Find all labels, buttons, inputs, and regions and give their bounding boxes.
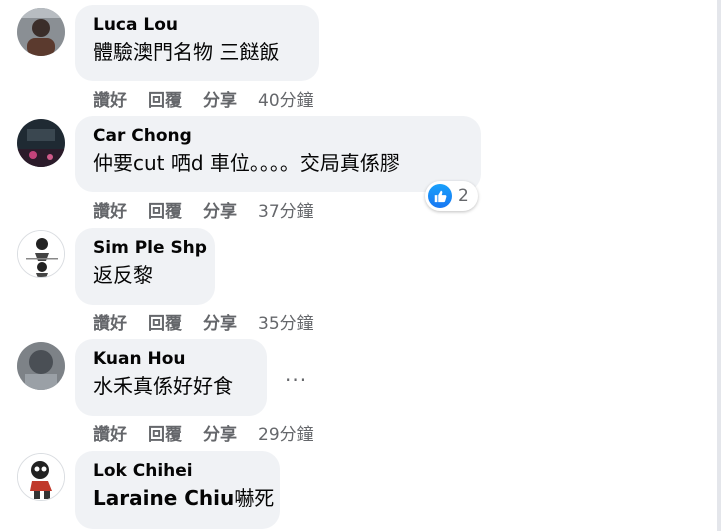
commenter-name[interactable]: Kuan Hou — [93, 347, 249, 371]
comment-text: 體驗澳門名物 三餸飯 — [93, 40, 280, 64]
share-button[interactable]: 分享 — [203, 197, 237, 222]
comment-text: 仲要cut 哂d 車位。。。。交局真係膠 — [93, 151, 400, 175]
avatar[interactable] — [17, 453, 65, 501]
comment-actions: 讚好 回覆 分享 40分鐘 — [93, 86, 314, 111]
share-button[interactable]: 分享 — [203, 309, 237, 334]
avatar[interactable] — [17, 342, 65, 390]
comment-text-body: 嚇死 — [234, 486, 275, 510]
timestamp[interactable]: 29分鐘 — [258, 420, 314, 445]
comment-text: 返反黎 — [93, 263, 153, 287]
comment-bubble: Car Chong 仲要cut 哂d 車位。。。。交局真係膠 — [75, 116, 481, 192]
comment-bubble: Kuan Hou 水禾真係好好食 — [75, 339, 267, 416]
comment-actions: 讚好 回覆 分享 35分鐘 — [93, 309, 314, 334]
more-options-icon[interactable]: ··· — [285, 370, 307, 390]
like-button[interactable]: 讚好 — [93, 197, 127, 222]
reaction-count: 2 — [458, 186, 469, 206]
comment-text: Laraine Chiu嚇死 — [93, 483, 274, 513]
comment-text: 水禾真係好好食 — [93, 374, 233, 398]
reply-button[interactable]: 回覆 — [148, 420, 182, 445]
avatar[interactable] — [17, 8, 65, 56]
scrollbar-track[interactable] — [717, 0, 721, 531]
commenter-name[interactable]: Lok Chihei — [93, 459, 262, 483]
timestamp[interactable]: 35分鐘 — [258, 309, 314, 334]
commenter-name[interactable]: Car Chong — [93, 124, 463, 148]
like-button[interactable]: 讚好 — [93, 420, 127, 445]
commenter-name[interactable]: Sim Ple Shp — [93, 236, 207, 260]
like-button[interactable]: 讚好 — [93, 86, 127, 111]
share-button[interactable]: 分享 — [203, 86, 237, 111]
reaction-badge[interactable]: 2 — [425, 181, 478, 211]
comment-bubble: Sim Ple Shp 返反黎 — [75, 228, 215, 305]
reply-button[interactable]: 回覆 — [148, 197, 182, 222]
comment-bubble: Luca Lou 體驗澳門名物 三餸飯 — [75, 5, 319, 81]
mention-link[interactable]: Laraine Chiu — [93, 486, 234, 510]
timestamp[interactable]: 37分鐘 — [258, 197, 314, 222]
commenter-name[interactable]: Luca Lou — [93, 13, 301, 37]
comment-actions: 讚好 回覆 分享 29分鐘 — [93, 420, 314, 445]
like-button[interactable]: 讚好 — [93, 309, 127, 334]
comment-bubble: Lok Chihei Laraine Chiu嚇死 — [75, 451, 280, 529]
share-button[interactable]: 分享 — [203, 420, 237, 445]
reply-button[interactable]: 回覆 — [148, 309, 182, 334]
timestamp[interactable]: 40分鐘 — [258, 86, 314, 111]
avatar[interactable] — [17, 119, 65, 167]
comment-actions: 讚好 回覆 分享 37分鐘 — [93, 197, 314, 222]
avatar[interactable] — [17, 230, 65, 278]
like-icon — [428, 184, 452, 208]
reply-button[interactable]: 回覆 — [148, 86, 182, 111]
